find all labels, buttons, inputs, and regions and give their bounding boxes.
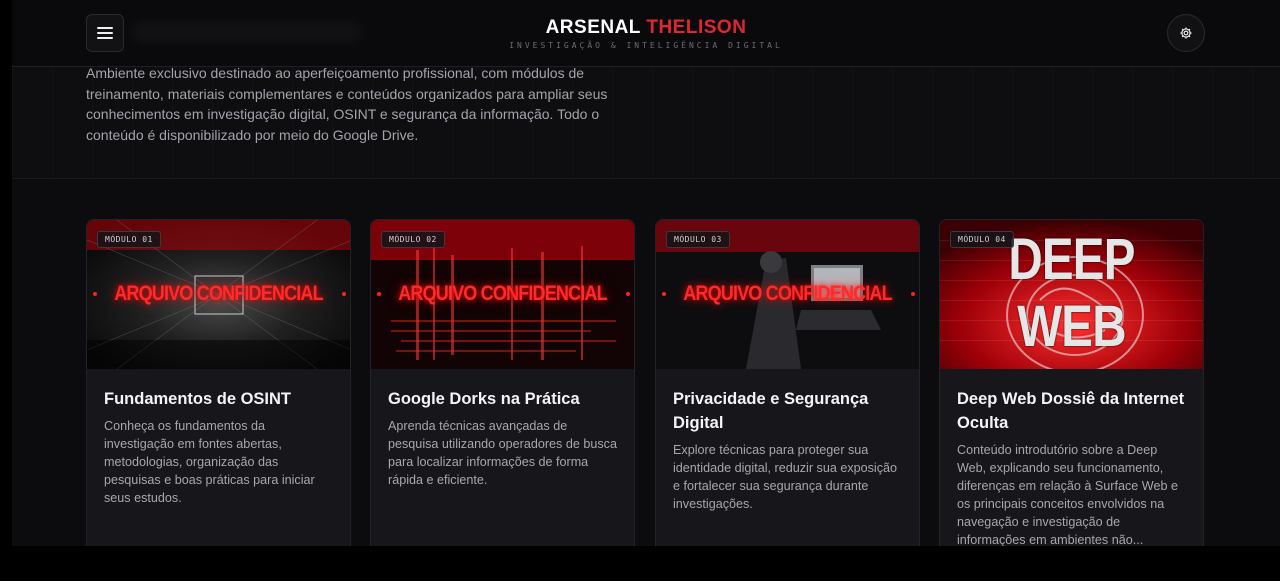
module-title: Google Dorks na Prática (388, 390, 580, 408)
settings-button[interactable] (1167, 14, 1205, 52)
module-description: Aprenda técnicas avançadas de pesquisa u… (388, 419, 617, 487)
confidential-stamp: ARQUIVO CONFIDENCIAL (114, 282, 323, 305)
module-thumbnail: MÓDULO 02 ARQUIVO CONFIDENCIAL (371, 220, 634, 369)
module-thumbnail: DEEP WEB MÓDULO 04 (940, 220, 1203, 369)
app-window: ARSENAL THELISON INVESTIGAÇÃO & INTELIGÊ… (12, 0, 1280, 546)
module-title: Fundamentos de OSINT (104, 390, 292, 408)
top-header: ARSENAL THELISON INVESTIGAÇÃO & INTELIGÊ… (12, 0, 1280, 67)
brand-primary: ARSENAL (545, 17, 641, 38)
module-card-02[interactable]: MÓDULO 02 ARQUIVO CONFIDENCIAL Google Do… (370, 219, 635, 546)
module-description: Conteúdo introdutório sobre a Deep Web, … (957, 443, 1178, 546)
gear-icon (1180, 27, 1192, 39)
module-title: Privacidade e Segurança Digital (673, 390, 869, 432)
module-badge: MÓDULO 04 (950, 231, 1014, 248)
module-description: Conheça os fundamentos da investigação e… (104, 419, 315, 505)
module-badge: MÓDULO 03 (666, 231, 730, 248)
intro-text: Ambiente exclusivo destinado ao aperfeiç… (86, 65, 608, 143)
confidential-stamp: ARQUIVO CONFIDENCIAL (683, 282, 892, 305)
module-card-04[interactable]: DEEP WEB MÓDULO 04 Deep Web Dossiê da In… (939, 219, 1204, 546)
brand-subtitle: INVESTIGAÇÃO & INTELIGÊNCIA DIGITAL (509, 41, 783, 50)
module-badge: MÓDULO 02 (381, 231, 445, 248)
module-card-01[interactable]: MÓDULO 01 ARQUIVO CONFIDENCIAL Fundament… (86, 219, 351, 546)
module-thumbnail: MÓDULO 03 ARQUIVO CONFIDENCIAL (656, 220, 919, 369)
module-thumbnail: MÓDULO 01 ARQUIVO CONFIDENCIAL (87, 220, 350, 369)
brand-logo: ARSENAL THELISON INVESTIGAÇÃO & INTELIGÊ… (12, 17, 1280, 50)
module-card-03[interactable]: MÓDULO 03 ARQUIVO CONFIDENCIAL Privacida… (655, 219, 920, 546)
module-description: Explore técnicas para proteger sua ident… (673, 443, 898, 511)
module-badge: MÓDULO 01 (97, 231, 161, 248)
brand-accent: THELISON (646, 17, 747, 38)
confidential-stamp: ARQUIVO CONFIDENCIAL (398, 282, 607, 305)
brand-title: ARSENAL THELISON (12, 17, 1280, 39)
module-title: Deep Web Dossiê da Internet Oculta (957, 390, 1185, 432)
